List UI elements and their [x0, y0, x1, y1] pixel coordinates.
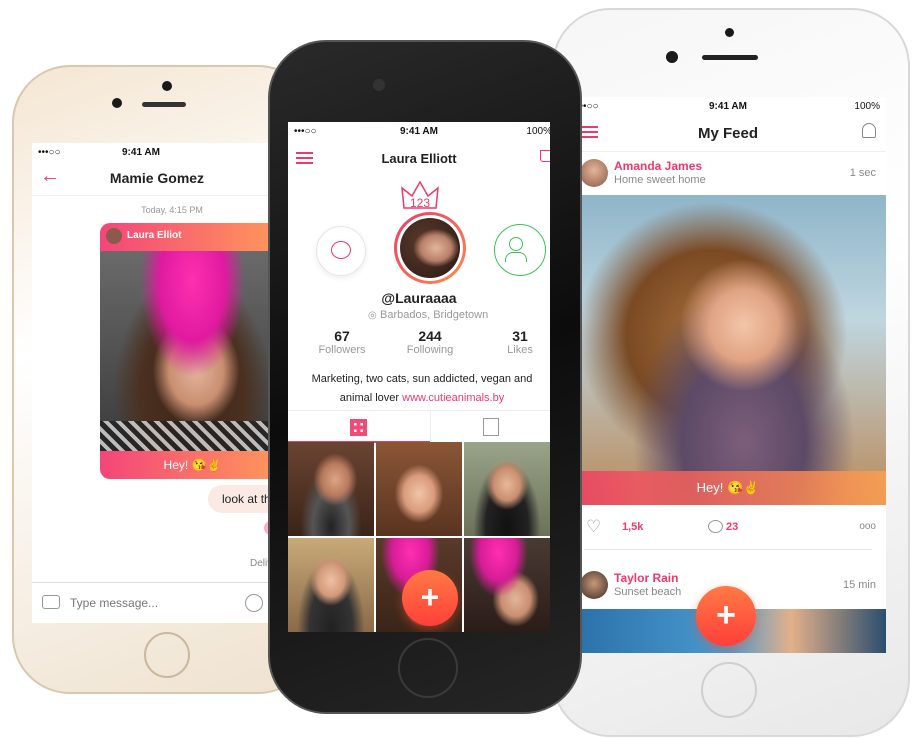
front-camera: [725, 28, 734, 37]
camera-icon[interactable]: [42, 595, 60, 609]
add-post-button[interactable]: +: [696, 586, 756, 646]
likes-count: 1,5k: [622, 521, 644, 533]
grid-icon: [350, 419, 367, 436]
earpiece-speaker: [702, 55, 758, 60]
bio-line: Marketing, two cats, sun addicted, vegan…: [311, 373, 533, 385]
stat-followers[interactable]: 67 Followers: [312, 328, 372, 356]
bio-line: animal lover www.cutieanimals.by: [294, 389, 550, 408]
stat-value: 244: [418, 328, 442, 344]
message-input[interactable]: Type message...: [70, 596, 158, 610]
post-time: 15 min: [842, 579, 876, 591]
feed-title: My Feed: [697, 125, 758, 142]
profile-header: Laura Elliott: [288, 140, 550, 176]
message-input-bar: Type message...: [32, 582, 282, 623]
message-caption: Hey! 😘✌: [163, 458, 222, 472]
feed-screen: •••○○ 9:41 AM 100% My Feed Amanda James …: [570, 97, 886, 653]
phone-profile: •••○○ 9:41 AM 100% Laura Elliott 123 @La…: [268, 40, 582, 714]
status-battery: 100%: [854, 101, 880, 112]
bell-icon[interactable]: [862, 123, 876, 138]
earpiece-speaker: [142, 102, 186, 107]
post-photo[interactable]: Hey! 😘✌: [570, 195, 886, 505]
tab-tagged[interactable]: [430, 411, 550, 441]
front-sensor: [666, 51, 678, 63]
heart-icon[interactable]: ♡: [586, 517, 601, 537]
grid-photo[interactable]: [464, 538, 550, 632]
stat-likes[interactable]: 31 Likes: [492, 328, 548, 356]
stat-following[interactable]: 244 Following: [400, 328, 460, 356]
stat-value: 67: [334, 328, 350, 344]
front-sensor: [112, 98, 122, 108]
post-subtitle: Sunset beach: [614, 586, 682, 598]
grid-photo[interactable]: [288, 538, 374, 632]
feed-header: My Feed: [570, 115, 886, 152]
more-icon[interactable]: ooo: [859, 521, 876, 532]
bio-link[interactable]: www.cutieanimals.by: [402, 392, 504, 404]
profile-title: Laura Elliott: [381, 151, 457, 166]
post-actions: ♡ 1,5k 23 ooo: [584, 505, 876, 550]
stat-label: Followers: [318, 344, 366, 356]
post-author[interactable]: Amanda James: [614, 159, 702, 173]
profile-avatar[interactable]: [394, 212, 466, 284]
profile-bio: Marketing, two cats, sun addicted, vegan…: [294, 370, 550, 408]
chat-bubble-icon: [331, 241, 351, 259]
chat-circle-button[interactable]: [316, 226, 366, 276]
profile-stats: 67 Followers 244 Following 31 Likes: [288, 328, 550, 360]
sender-avatar: [106, 228, 122, 244]
profile-tabs: [288, 410, 550, 443]
tab-grid[interactable]: [288, 411, 430, 443]
status-battery: 100%: [526, 126, 550, 137]
front-camera: [373, 79, 385, 91]
post-author[interactable]: Taylor Rain: [614, 571, 678, 585]
chat-screen: •••○○ 9:41 AM 10 ← Mamie Gomez Today, 4:…: [32, 143, 282, 623]
badge-count: 123: [409, 196, 431, 210]
post-subtitle: Home sweet home: [614, 174, 706, 186]
chat-header: ← Mamie Gomez: [32, 161, 282, 196]
photo-message-bubble[interactable]: Laura Elliot Hey! 😘✌: [100, 223, 282, 479]
home-button[interactable]: [701, 662, 757, 718]
user-check-icon: [509, 237, 523, 251]
person-frame-icon: [483, 418, 499, 436]
post-time: 1 sec: [849, 167, 876, 179]
post-header: Amanda James Home sweet home 1 sec: [570, 155, 886, 195]
carrier-signal: •••○○: [38, 147, 61, 158]
front-camera: [162, 81, 172, 91]
comment-icon[interactable]: [708, 520, 723, 533]
stat-label: Likes: [507, 344, 533, 356]
status-time: 9:41 AM: [709, 101, 747, 112]
message-photo[interactable]: [100, 251, 282, 451]
location-pin-icon: ◎: [368, 310, 377, 321]
chat-timestamp: Today, 4:15 PM: [141, 205, 203, 215]
bio-text: animal lover: [339, 392, 400, 404]
status-bar: •••○○ 9:41 AM 100%: [570, 97, 886, 115]
profile-screen: •••○○ 9:41 AM 100% Laura Elliott 123 @La…: [288, 122, 550, 632]
home-button[interactable]: [144, 632, 190, 678]
emoji-icon[interactable]: [245, 594, 263, 612]
avatar[interactable]: [580, 159, 608, 187]
status-bar: •••○○ 9:41 AM 10: [32, 143, 282, 161]
phone-feed: •••○○ 9:41 AM 100% My Feed Amanda James …: [552, 8, 910, 737]
comments-count: 23: [726, 521, 739, 533]
sender-name: Laura Elliot: [127, 230, 182, 241]
grid-photo[interactable]: [464, 442, 550, 536]
username: @Lauraaaa: [381, 290, 457, 306]
chat-contact-name: Mamie Gomez: [109, 170, 205, 186]
post-caption: Hey! 😘✌: [696, 480, 760, 495]
status-time: 9:41 AM: [400, 126, 438, 137]
status-bar: •••○○ 9:41 AM 100%: [288, 122, 550, 140]
location: Barbados, Bridgetown: [380, 309, 489, 321]
status-time: 9:41 AM: [122, 147, 160, 158]
cart-icon[interactable]: [540, 150, 550, 162]
home-button[interactable]: [398, 638, 458, 698]
follow-circle-button[interactable]: [494, 224, 546, 276]
grid-photo[interactable]: [376, 442, 462, 536]
stat-value: 31: [512, 328, 528, 344]
outgoing-message-text: look at th: [222, 492, 271, 506]
grid-photo[interactable]: [288, 442, 374, 536]
add-photo-button[interactable]: +: [402, 570, 458, 626]
avatar[interactable]: [580, 571, 608, 599]
stat-label: Following: [406, 344, 454, 356]
